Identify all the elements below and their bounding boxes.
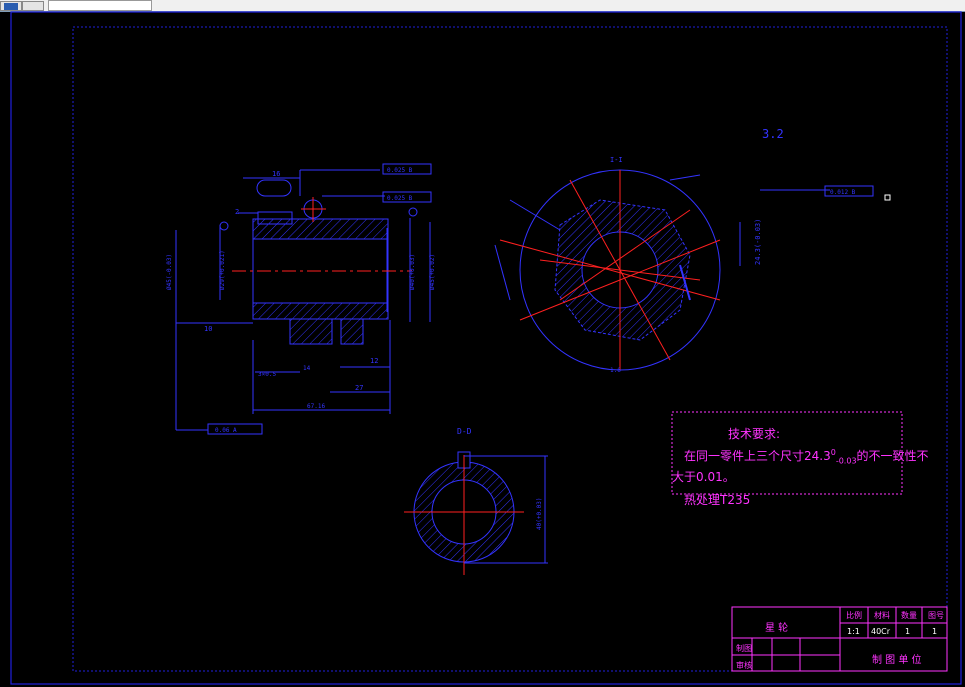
dim-2: 2	[235, 208, 239, 216]
header-qty: 数量	[901, 611, 917, 620]
tolerance-4: 0.06 A	[215, 427, 237, 434]
value-scale: 1:1	[847, 627, 860, 636]
section-label-top: I-I	[610, 156, 623, 164]
dim-10: 10	[204, 325, 212, 333]
main-section-view	[175, 163, 432, 435]
tolerance-1: 0.025 B	[387, 167, 413, 174]
dim-phi29: Ø29(+0.021)	[219, 250, 226, 290]
tolerance-2: 0.025 B	[387, 195, 413, 202]
tech-requirements: 技术要求: 在同一零件上三个尺寸24.30-0.03的不一致性不 大于0.01。…	[672, 423, 929, 507]
label-checked: 审核	[736, 661, 752, 670]
toolbar-button[interactable]	[22, 1, 44, 11]
tolerance-3: 0.012 B	[830, 189, 856, 196]
organization: 制 图 单 位	[872, 655, 922, 666]
dim-24-3: 24.3(-0.03)	[754, 219, 762, 265]
dim-1-6: 1.6	[610, 367, 621, 374]
label-drawn: 制图	[736, 644, 752, 653]
file-tab[interactable]	[0, 1, 22, 11]
dim-67: 67.16	[307, 403, 325, 410]
autocad-window: 16 2 10 3×0.5 14 27 12 67.16 0.025 B 0.0…	[0, 0, 965, 687]
tech-line-3: 热处理T235	[684, 493, 751, 507]
star-wheel-view	[494, 169, 874, 371]
value-qty: 1	[905, 627, 911, 636]
outer-frame	[10, 11, 962, 685]
part-name: 星 轮	[765, 623, 789, 634]
section-label-bottom: D-D	[457, 427, 472, 436]
tech-title: 技术要求:	[728, 427, 781, 441]
cursor-pickbox	[884, 194, 891, 201]
dim-16: 16	[272, 170, 280, 178]
header-material: 材料	[874, 611, 890, 620]
value-material: 40Cr	[871, 627, 891, 636]
section-d-view	[404, 451, 548, 575]
dim-40: 40(+0.03)	[536, 497, 543, 530]
dim-phi40: Ø40(+0.03)	[409, 254, 416, 290]
dim-12: 12	[370, 357, 378, 365]
drawing-canvas[interactable]: 16 2 10 3×0.5 14 27 12 67.16 0.025 B 0.0…	[0, 11, 965, 687]
dim-phi45: Ø45(-0.03)	[166, 254, 173, 290]
value-sheet: 1	[932, 627, 938, 636]
cad-drawing[interactable]: 16 2 10 3×0.5 14 27 12 67.16 0.025 B 0.0…	[0, 11, 965, 687]
header-sheet: 图号	[928, 611, 944, 620]
dim-3x0.5: 3×0.5	[258, 371, 276, 378]
roughness-symbol: 3.2	[762, 127, 784, 141]
dim-14: 14	[303, 365, 311, 372]
command-box[interactable]	[48, 0, 152, 11]
dim-27: 27	[355, 384, 363, 392]
dim-phi45b: Ø45(+0.02)	[429, 254, 436, 290]
tech-line-1: 在同一零件上三个尺寸24.30-0.03的不一致性不	[684, 448, 929, 466]
tech-line-2: 大于0.01。	[672, 470, 735, 484]
inner-frame	[72, 26, 948, 672]
header-scale: 比例	[846, 611, 862, 620]
autocad-file-icon	[4, 3, 18, 10]
